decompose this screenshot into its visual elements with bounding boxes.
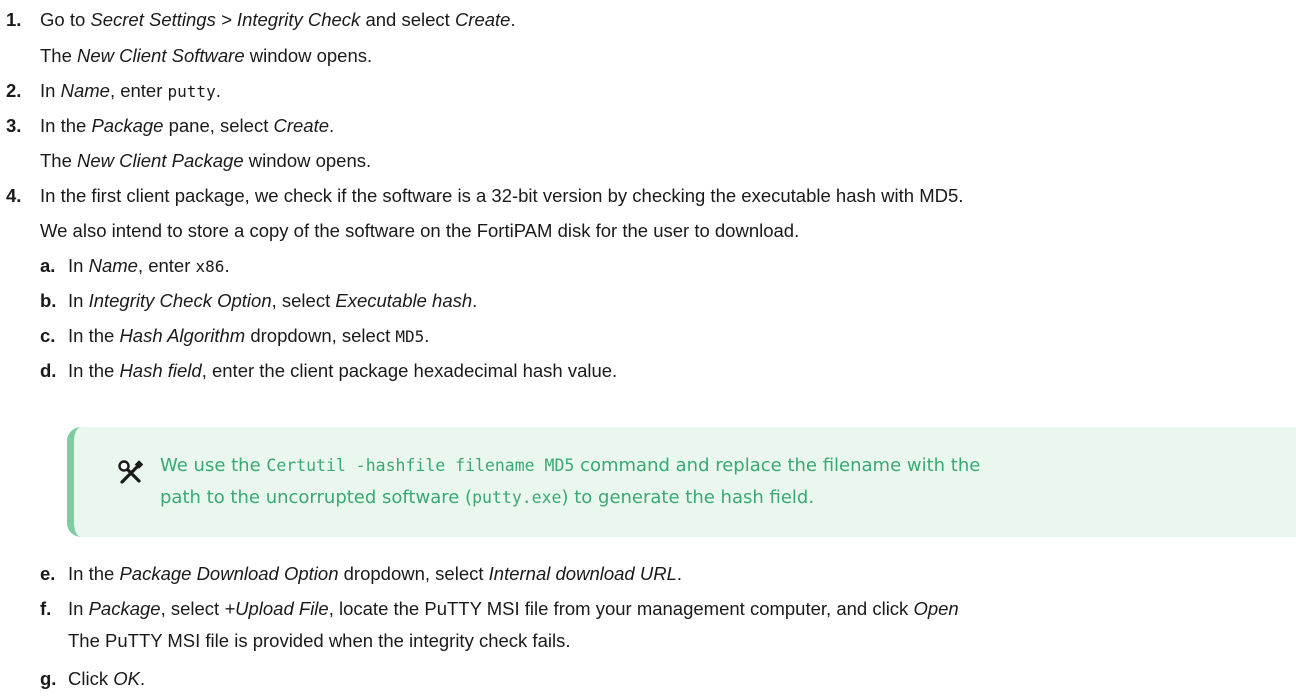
step-text: In Integrity Check Option, select Execut… xyxy=(68,289,477,313)
ui-label: Create xyxy=(273,115,330,136)
text: In the xyxy=(68,360,120,381)
tip-line-2: path to the uncorrupted software (putty.… xyxy=(160,487,814,508)
text: The xyxy=(40,150,78,171)
text: pane, select xyxy=(163,115,274,136)
step-letter: c. xyxy=(40,325,56,346)
step-letter: f. xyxy=(40,598,52,619)
ui-label: Package xyxy=(88,598,161,619)
text: , enter xyxy=(109,80,168,101)
text: dropdown, select xyxy=(338,563,489,584)
ui-label: Package xyxy=(91,115,164,136)
text: , locate the PuTTY MSI file from your ma… xyxy=(328,598,914,619)
ui-label: Name xyxy=(88,255,138,276)
text: . xyxy=(329,115,335,136)
step-number: 4. xyxy=(6,185,22,206)
text: . xyxy=(472,290,478,311)
text: window opens. xyxy=(244,45,373,66)
text: In xyxy=(68,290,89,311)
text: In the xyxy=(40,115,92,136)
wrench-screwdriver-icon xyxy=(118,460,144,484)
text: In the xyxy=(68,563,120,584)
step-text: Go to Secret Settings > Integrity Check … xyxy=(40,8,516,32)
text: In xyxy=(68,255,89,276)
text: . xyxy=(510,9,516,30)
text: In xyxy=(68,598,89,619)
text: In the xyxy=(68,325,120,346)
tip-callout xyxy=(67,427,1296,537)
step-number: 1. xyxy=(6,9,22,30)
text: Click xyxy=(68,668,114,689)
ui-label: Name xyxy=(60,80,110,101)
text: ) to generate the hash field. xyxy=(561,487,815,508)
step-text: In Name, enter x86. xyxy=(68,254,230,279)
step-letter: b. xyxy=(40,290,57,311)
text: command and replace the filename with th… xyxy=(574,455,981,476)
ui-label: Create xyxy=(454,9,511,30)
text: dropdown, select xyxy=(245,325,396,346)
text: path to the uncorrupted software ( xyxy=(160,487,473,508)
file-name: putty.exe xyxy=(472,488,562,507)
text: In xyxy=(40,80,61,101)
step-number: 2. xyxy=(6,80,22,101)
step-1-result: The New Client Software window opens. xyxy=(40,44,372,68)
ui-label: Integrity Check Option xyxy=(88,290,272,311)
step-text: In the Hash Algorithm dropdown, select M… xyxy=(68,324,429,349)
step-letter: g. xyxy=(40,668,57,689)
step-text: In the first client package, we check if… xyxy=(40,185,964,206)
step-4-continued: We also intend to store a copy of the so… xyxy=(40,220,800,241)
substep-f-result: The PuTTY MSI file is provided when the … xyxy=(68,630,571,651)
text: . xyxy=(224,255,230,276)
text: , enter the client package hexadecimal h… xyxy=(201,360,618,381)
step-letter: e. xyxy=(40,563,56,584)
step-number: 3. xyxy=(6,115,22,136)
text: window opens. xyxy=(243,150,372,171)
step-3-result: The New Client Package window opens. xyxy=(40,149,371,173)
menu-path: Secret Settings > Integrity Check xyxy=(90,9,361,30)
text: Go to xyxy=(40,9,91,30)
tip-line-1: We use the Certutil -hashfile filename M… xyxy=(160,455,980,476)
step-text: In Name, enter putty. xyxy=(40,79,221,104)
ui-label: OK xyxy=(113,668,140,689)
ui-label: Package Download Option xyxy=(119,563,339,584)
window-name: New Client Software xyxy=(77,45,245,66)
text: . xyxy=(215,80,221,101)
text: . xyxy=(676,563,682,584)
window-name: New Client Package xyxy=(77,150,244,171)
step-text: In the Hash field, enter the client pack… xyxy=(68,359,617,383)
code-value: putty xyxy=(167,82,216,101)
text: , select xyxy=(160,598,225,619)
ui-label: Internal download URL xyxy=(488,563,677,584)
code-value: MD5 xyxy=(395,327,425,346)
ui-label: Hash Algorithm xyxy=(119,325,246,346)
ui-label: Hash field xyxy=(119,360,202,381)
text: We use the xyxy=(160,455,267,476)
step-text: In Package, select +Upload File, locate … xyxy=(68,597,959,621)
text: , select xyxy=(271,290,336,311)
step-text: In the Package pane, select Create. xyxy=(40,114,334,138)
ui-label: Executable hash xyxy=(335,290,473,311)
text: . xyxy=(139,668,146,689)
command-code: Certutil -hashfile filename MD5 xyxy=(266,456,575,475)
step-text: In the Package Download Option dropdown,… xyxy=(68,562,682,586)
text: and select xyxy=(360,9,455,30)
step-letter: d. xyxy=(40,360,57,381)
text: The xyxy=(40,45,78,66)
text: , enter xyxy=(137,255,196,276)
step-letter: a. xyxy=(40,255,56,276)
code-value: x86 xyxy=(195,257,225,276)
ui-label: +Upload File xyxy=(224,598,329,619)
ui-label: Open xyxy=(913,598,959,619)
text: . xyxy=(424,325,430,346)
step-text: Click OK. xyxy=(68,667,145,691)
